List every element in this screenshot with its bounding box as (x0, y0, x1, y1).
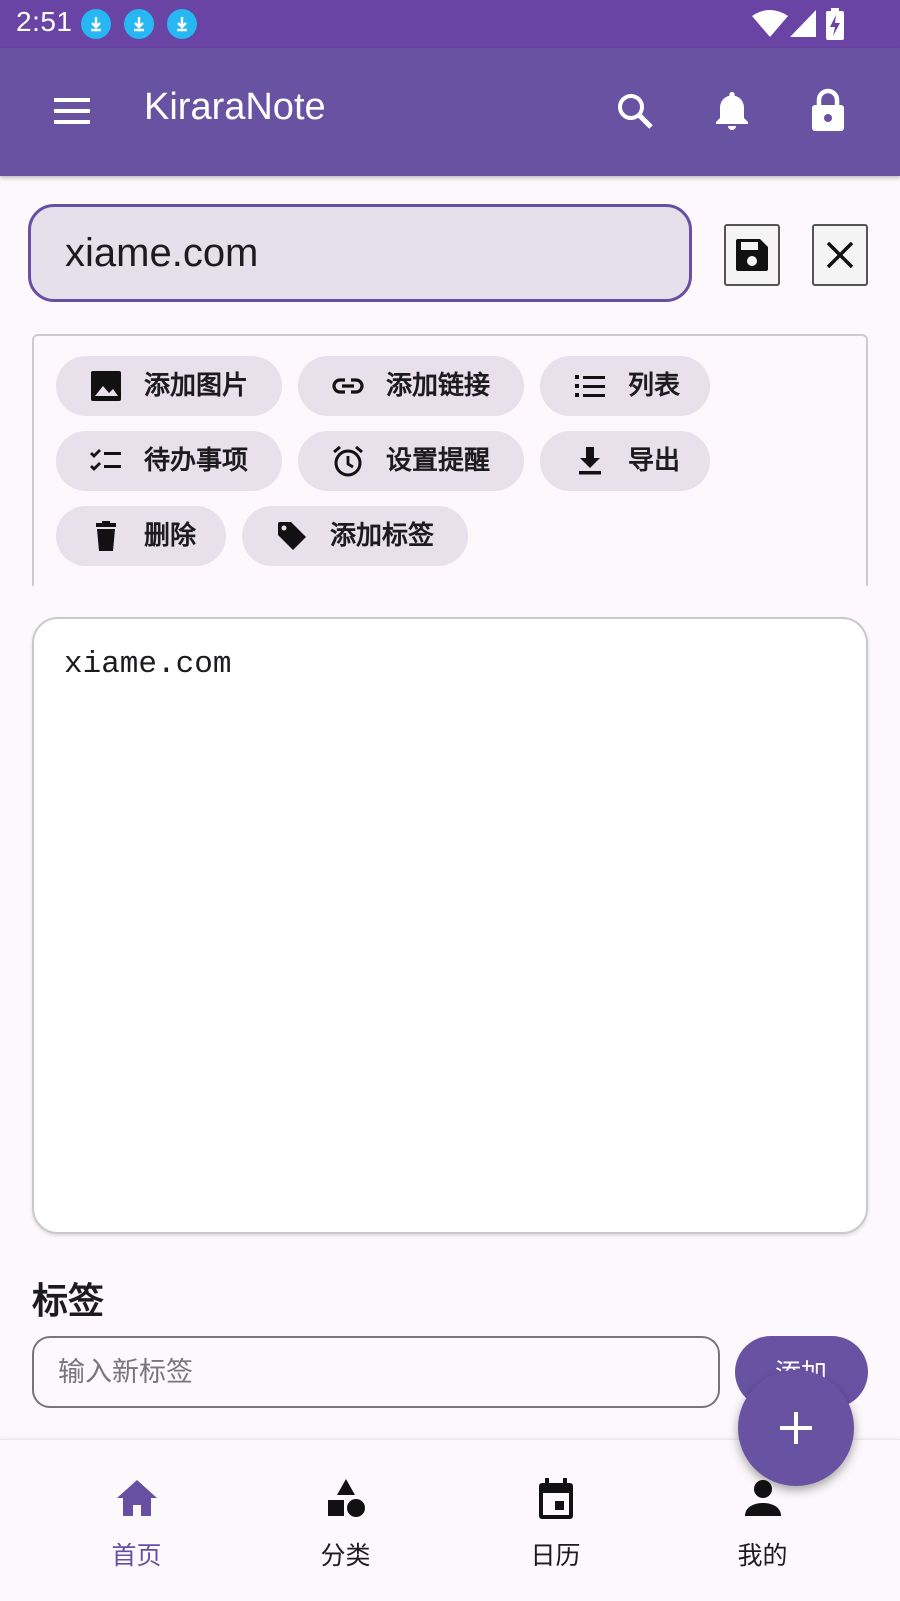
app-bar: KiraraNote (0, 48, 900, 176)
trash-icon (90, 520, 122, 552)
add-note-fab[interactable] (738, 1370, 854, 1486)
list-icon (574, 370, 606, 402)
download-icon (574, 445, 606, 477)
add-tag-chip[interactable]: 添加标签 (242, 506, 468, 566)
nav-label: 我的 (737, 1541, 788, 1570)
nav-home[interactable]: 首页 (24, 1440, 249, 1601)
download-notification-icon (124, 9, 154, 39)
category-icon (327, 1479, 365, 1517)
battery-icon (826, 8, 844, 40)
toolbar-panel: 添加图片 添加链接 列表 待办事项 设置提醒 导出 删除 添加标签 (32, 334, 868, 586)
add-image-button[interactable]: 添加图片 (56, 356, 282, 416)
nav-category[interactable]: 分类 (233, 1440, 458, 1601)
plus-icon (780, 1412, 812, 1444)
save-button[interactable] (724, 224, 780, 286)
wifi-icon (752, 10, 788, 38)
download-notification-icon (81, 9, 111, 39)
nav-label: 首页 (111, 1541, 162, 1570)
home-icon (116, 1480, 157, 1516)
note-content-editor[interactable]: xiame.com (32, 617, 868, 1234)
bell-icon[interactable] (714, 90, 750, 130)
export-button[interactable]: 导出 (540, 431, 710, 491)
menu-icon[interactable] (54, 96, 90, 126)
tags-section-title: 标签 (32, 1281, 105, 1322)
new-tag-input[interactable] (32, 1336, 720, 1408)
app-title: KiraraNote (144, 86, 326, 128)
set-reminder-button[interactable]: 设置提醒 (298, 431, 524, 491)
nav-label: 分类 (320, 1541, 371, 1570)
nav-label: 日历 (530, 1541, 581, 1570)
alarm-icon (332, 445, 364, 477)
list-button[interactable]: 列表 (540, 356, 710, 416)
checklist-icon (90, 445, 122, 477)
add-link-button[interactable]: 添加链接 (298, 356, 524, 416)
chip-label: 添加图片 (144, 371, 249, 401)
chip-label: 列表 (628, 371, 681, 401)
link-icon (332, 370, 364, 402)
chip-label: 导出 (628, 446, 681, 476)
close-icon (826, 241, 854, 269)
chip-label: 添加链接 (386, 371, 491, 401)
close-button[interactable] (812, 224, 868, 286)
download-notification-icon (167, 9, 197, 39)
todo-button[interactable]: 待办事项 (56, 431, 282, 491)
chip-label: 待办事项 (144, 446, 249, 476)
chip-label: 删除 (144, 521, 197, 551)
chip-label: 设置提醒 (386, 446, 491, 476)
nav-calendar[interactable]: 日历 (443, 1440, 668, 1601)
calendar-icon (538, 1478, 573, 1519)
status-bar: 2:51 (0, 0, 900, 48)
tag-icon (276, 520, 308, 552)
lock-icon[interactable] (810, 88, 846, 132)
signal-icon (790, 10, 816, 38)
save-icon (736, 239, 768, 271)
status-time: 2:51 (16, 6, 73, 37)
delete-button[interactable]: 删除 (56, 506, 226, 566)
note-title-input[interactable] (28, 204, 692, 302)
chip-label: 添加标签 (330, 521, 435, 551)
search-icon[interactable] (616, 92, 654, 130)
image-icon (90, 370, 122, 402)
person-icon (744, 1480, 781, 1516)
